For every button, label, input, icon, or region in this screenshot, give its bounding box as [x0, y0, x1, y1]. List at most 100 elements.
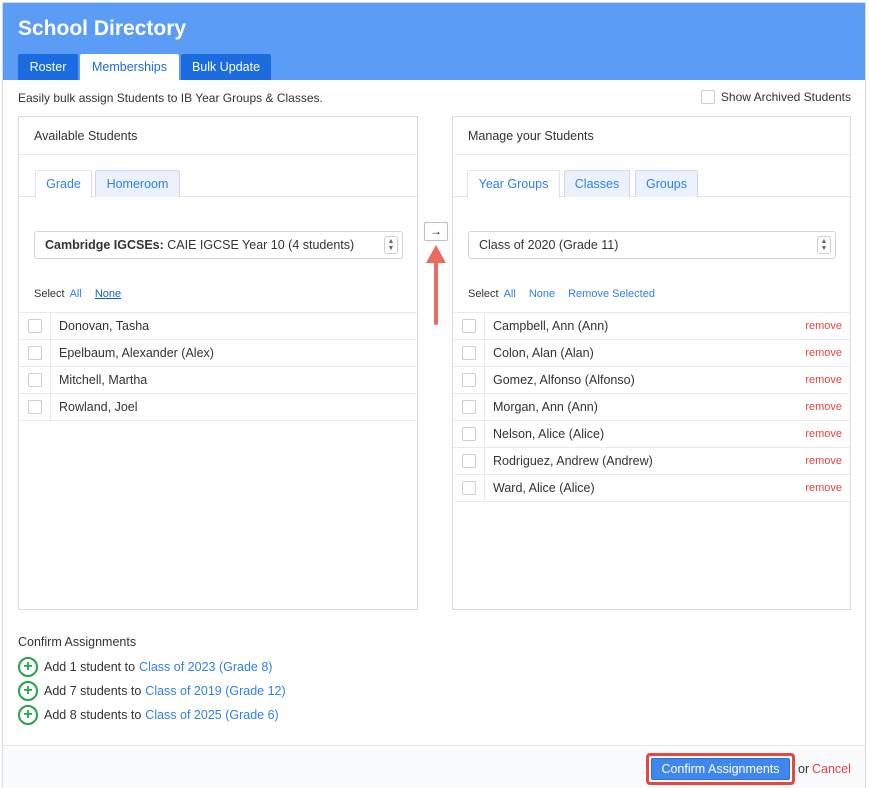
- grade-select-prefix: Cambridge IGCSEs:: [45, 238, 164, 252]
- list-item[interactable]: Epelbaum, Alexander (Alex): [19, 340, 417, 367]
- remove-selected-link[interactable]: Remove Selected: [568, 288, 655, 300]
- right-select-none-link[interactable]: None: [529, 288, 555, 300]
- student-name: Mitchell, Martha: [59, 373, 148, 387]
- left-panel-tabs: Grade Homeroom: [19, 155, 417, 198]
- list-item[interactable]: Gomez, Alfonso (Alfonso) remove: [453, 367, 850, 394]
- move-students-button[interactable]: →: [424, 222, 448, 241]
- list-item[interactable]: Colon, Alan (Alan) remove: [453, 340, 850, 367]
- show-archived-toggle[interactable]: Show Archived Students: [700, 90, 851, 104]
- tab-year-groups[interactable]: Year Groups: [467, 170, 560, 198]
- available-students-list: Donovan, Tasha Epelbaum, Alexander (Alex…: [19, 312, 417, 421]
- list-item[interactable]: Morgan, Ann (Ann) remove: [453, 394, 850, 421]
- tab-groups[interactable]: Groups: [635, 170, 698, 197]
- student-checkbox[interactable]: [461, 319, 476, 333]
- student-name: Morgan, Ann (Ann): [493, 400, 598, 414]
- add-circle-icon: +: [18, 705, 38, 725]
- student-name: Gomez, Alfonso (Alfonso): [493, 373, 635, 387]
- remove-link[interactable]: remove: [805, 428, 850, 440]
- or-text: or: [798, 762, 810, 776]
- add-circle-icon: +: [18, 681, 38, 701]
- right-select-controls: Select All None Remove Selected: [468, 288, 655, 300]
- year-group-select[interactable]: Class of 2020 (Grade 11) ▲ ▼: [468, 231, 836, 259]
- student-name: Donovan, Tasha: [59, 319, 150, 333]
- select-stepper-icon: ▲ ▼: [384, 236, 398, 254]
- student-name: Campbell, Ann (Ann): [493, 319, 609, 333]
- available-students-title: Available Students: [19, 117, 417, 155]
- confirm-assignments-title: Confirm Assignments: [18, 635, 137, 649]
- app-window: School Directory Roster Memberships Bulk…: [2, 2, 866, 788]
- left-select-label: Select: [34, 288, 65, 300]
- tab-grade[interactable]: Grade: [35, 170, 92, 198]
- tab-bulk-update[interactable]: Bulk Update: [181, 54, 271, 80]
- remove-link[interactable]: remove: [805, 320, 850, 332]
- tab-memberships[interactable]: Memberships: [80, 54, 179, 80]
- main-tabs: Roster Memberships Bulk Update: [18, 54, 271, 80]
- assignment-class-link[interactable]: Class of 2025 (Grade 6): [145, 708, 278, 722]
- assignment-class-link[interactable]: Class of 2019 (Grade 12): [145, 684, 285, 698]
- list-item[interactable]: Donovan, Tasha: [19, 313, 417, 340]
- remove-link[interactable]: remove: [805, 374, 850, 386]
- remove-link[interactable]: remove: [805, 482, 850, 494]
- student-checkbox[interactable]: [461, 373, 476, 387]
- student-checkbox[interactable]: [27, 346, 42, 360]
- list-item[interactable]: Rodriguez, Andrew (Andrew) remove: [453, 448, 850, 475]
- confirm-assignments-button[interactable]: Confirm Assignments: [651, 758, 790, 780]
- remove-link[interactable]: remove: [805, 455, 850, 467]
- assignment-item: + Add 8 students to Class of 2025 (Grade…: [18, 705, 279, 725]
- show-archived-checkbox[interactable]: [700, 90, 715, 104]
- student-checkbox[interactable]: [461, 481, 476, 495]
- student-checkbox[interactable]: [27, 400, 42, 414]
- manage-students-title: Manage your Students: [453, 117, 850, 155]
- student-checkbox[interactable]: [461, 400, 476, 414]
- managed-students-list: Campbell, Ann (Ann) remove Colon, Alan (…: [453, 312, 850, 502]
- right-panel-tabs: Year Groups Classes Groups: [453, 155, 850, 198]
- show-archived-label: Show Archived Students: [720, 90, 851, 104]
- page-title: School Directory: [18, 17, 187, 40]
- list-item[interactable]: Ward, Alice (Alice) remove: [453, 475, 850, 502]
- list-item[interactable]: Mitchell, Martha: [19, 367, 417, 394]
- student-checkbox[interactable]: [461, 427, 476, 441]
- remove-link[interactable]: remove: [805, 401, 850, 413]
- tab-homeroom[interactable]: Homeroom: [95, 170, 180, 197]
- year-group-select-value: Class of 2020 (Grade 11): [479, 238, 619, 252]
- right-select-label: Select: [468, 288, 499, 300]
- tab-classes[interactable]: Classes: [564, 170, 630, 197]
- remove-link[interactable]: remove: [805, 347, 850, 359]
- student-checkbox[interactable]: [27, 319, 42, 333]
- confirm-button-highlight: Confirm Assignments: [646, 753, 795, 785]
- assignment-item: + Add 1 student to Class of 2023 (Grade …: [18, 657, 272, 677]
- select-stepper-icon: ▲ ▼: [817, 236, 831, 254]
- footer-bar: Confirm Assignments or Cancel: [3, 745, 865, 788]
- manage-students-panel: Manage your Students Year Groups Classes…: [452, 116, 851, 610]
- assignment-item: + Add 7 students to Class of 2019 (Grade…: [18, 681, 286, 701]
- student-name: Nelson, Alice (Alice): [493, 427, 605, 441]
- grade-select-value: CAIE IGCSE Year 10 (4 students): [167, 238, 355, 252]
- app-header: School Directory Roster Memberships Bulk…: [3, 3, 865, 80]
- tab-roster[interactable]: Roster: [18, 54, 78, 80]
- left-select-all-link[interactable]: All: [70, 288, 82, 300]
- student-name: Epelbaum, Alexander (Alex): [59, 346, 214, 360]
- left-select-controls: Select All None: [34, 288, 121, 300]
- student-checkbox[interactable]: [27, 373, 42, 387]
- student-name: Colon, Alan (Alan): [493, 346, 594, 360]
- assignment-text: Add 1 student to: [44, 660, 136, 674]
- cancel-link[interactable]: Cancel: [812, 762, 851, 776]
- list-item[interactable]: Rowland, Joel: [19, 394, 417, 421]
- student-checkbox[interactable]: [461, 454, 476, 468]
- list-item[interactable]: Nelson, Alice (Alice) remove: [453, 421, 850, 448]
- student-name: Rowland, Joel: [59, 400, 138, 414]
- assignment-text: Add 7 students to: [44, 684, 142, 698]
- annotation-arrow-icon: [434, 259, 438, 325]
- grade-select[interactable]: Cambridge IGCSEs: CAIE IGCSE Year 10 (4 …: [34, 231, 403, 259]
- assignment-text: Add 8 students to: [44, 708, 142, 722]
- list-item[interactable]: Campbell, Ann (Ann) remove: [453, 313, 850, 340]
- student-checkbox[interactable]: [461, 346, 476, 360]
- intro-text: Easily bulk assign Students to IB Year G…: [18, 91, 323, 105]
- available-students-panel: Available Students Grade Homeroom Cambri…: [18, 116, 418, 610]
- add-circle-icon: +: [18, 657, 38, 677]
- student-name: Rodriguez, Andrew (Andrew): [493, 454, 653, 468]
- left-select-none-link[interactable]: None: [95, 288, 121, 300]
- student-name: Ward, Alice (Alice): [493, 481, 595, 495]
- assignment-class-link[interactable]: Class of 2023 (Grade 8): [139, 660, 272, 674]
- right-select-all-link[interactable]: All: [504, 288, 516, 300]
